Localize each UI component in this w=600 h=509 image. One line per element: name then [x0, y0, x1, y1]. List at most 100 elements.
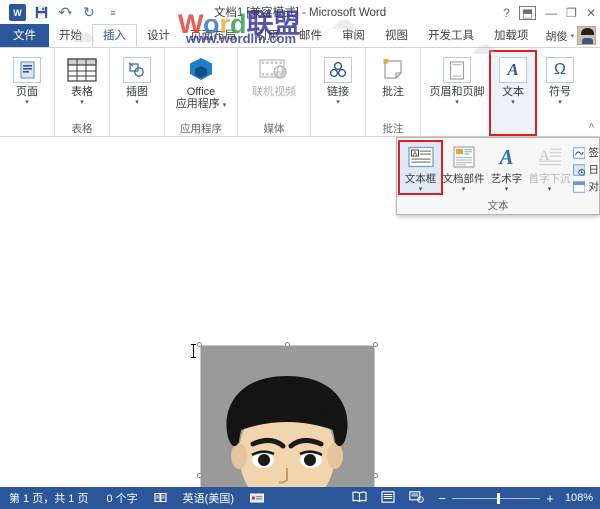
- pages-button[interactable]: 页面 ▾: [4, 51, 50, 107]
- zoom-out-button[interactable]: −: [437, 491, 447, 506]
- read-mode-view-button[interactable]: [345, 491, 374, 506]
- symbol-button[interactable]: Ω 符号 ▾: [537, 51, 583, 107]
- quick-parts-icon-svg: [452, 146, 476, 168]
- group-label-illustrations: [114, 122, 160, 137]
- web-layout-view-button[interactable]: [402, 491, 431, 506]
- account-area[interactable]: 胡俊 ▾: [545, 26, 600, 47]
- chevron-down-icon[interactable]: ▾: [80, 99, 84, 107]
- ribbon-group-media: 联机视频 媒体: [238, 48, 311, 137]
- office-apps-button[interactable]: Office 应用程序 ▾: [169, 51, 233, 110]
- inserted-image-wrapper[interactable]: SHOHOKU: [200, 345, 375, 487]
- table-button[interactable]: 表格 ▾: [59, 51, 105, 107]
- group-items: 表格 ▾: [59, 51, 105, 122]
- close-icon[interactable]: ✕: [586, 7, 596, 19]
- object-icon: [573, 181, 585, 193]
- date-time-button[interactable]: 日: [573, 162, 599, 177]
- text-box-button[interactable]: A 文本框 ▾: [399, 141, 442, 194]
- online-video-icon: [258, 55, 290, 85]
- inserted-image[interactable]: SHOHOKU: [200, 345, 375, 487]
- collapse-ribbon-icon[interactable]: ^: [589, 122, 594, 134]
- office-apps-button-label2[interactable]: 应用程序 ▾: [176, 98, 227, 110]
- title-bar: W ↶ ▾ ↻ ≡ 文档1 [兼容模式] - Microsoft W: [0, 0, 600, 25]
- header-footer-icon: [441, 55, 473, 85]
- zoom-level[interactable]: 108%: [555, 492, 593, 504]
- illustrations-button[interactable]: 插图 ▾: [114, 51, 160, 107]
- tab-home[interactable]: 开始: [49, 24, 92, 47]
- chevron-down-icon[interactable]: ▾: [455, 99, 459, 107]
- resize-handle-w[interactable]: [197, 473, 202, 478]
- tab-file[interactable]: 文件: [0, 24, 49, 47]
- ribbon-group-pages: 页面 ▾: [0, 48, 55, 137]
- group-label-comments: 批注: [370, 122, 416, 137]
- text-button[interactable]: A 文本 ▾: [490, 51, 536, 135]
- tab-design[interactable]: 设计: [137, 24, 180, 47]
- table-button-label: 表格: [71, 86, 93, 98]
- pages-button-label: 页面: [16, 86, 38, 98]
- object-button[interactable]: 对: [573, 179, 599, 194]
- comment-button[interactable]: 批注: [370, 51, 416, 98]
- symbol-button-label: 符号: [549, 86, 571, 98]
- proofing-icon[interactable]: [147, 492, 174, 505]
- chevron-down-icon[interactable]: ▾: [25, 99, 29, 107]
- group-label-pages: [4, 122, 50, 137]
- word-count[interactable]: 0 个字: [97, 490, 146, 506]
- signature-line-label: 签: [588, 145, 599, 160]
- drop-cap-button-label: 首字下沉: [529, 171, 571, 186]
- zoom-slider[interactable]: [452, 498, 540, 499]
- resize-handle-ne[interactable]: [373, 342, 378, 347]
- chevron-down-icon[interactable]: ▾: [223, 102, 227, 109]
- office-apps-icon: [185, 55, 217, 85]
- page-icon: [11, 55, 43, 85]
- page-info[interactable]: 第 1 页，共 1 页: [0, 490, 97, 506]
- text-box-icon-svg: A: [408, 146, 434, 168]
- zoom-control[interactable]: − +: [431, 491, 555, 506]
- chevron-down-icon[interactable]: ▾: [570, 32, 574, 40]
- print-layout-view-button[interactable]: [374, 491, 402, 506]
- group-items: 页眉和页脚 ▾ A 文本 ▾: [425, 51, 583, 137]
- resize-handle-e[interactable]: [373, 473, 378, 478]
- chevron-down-icon[interactable]: ▾: [336, 99, 340, 107]
- minimize-icon[interactable]: —: [545, 7, 557, 19]
- wordart-icon: A: [492, 143, 522, 171]
- text-A-icon-frame: A: [499, 57, 527, 83]
- chevron-down-icon[interactable]: ▾: [558, 99, 562, 107]
- group-items: 联机视频: [242, 51, 306, 122]
- illustration-icon-svg: [127, 61, 147, 79]
- comment-icon: [377, 55, 409, 85]
- text-A-icon: A: [497, 55, 529, 85]
- ribbon: 页面 ▾: [0, 48, 600, 137]
- comment-icon-svg: [380, 58, 406, 82]
- chevron-down-icon[interactable]: ▾: [505, 186, 509, 194]
- tab-developer[interactable]: 开发工具: [418, 24, 484, 47]
- quick-parts-button[interactable]: 文档部件 ▾: [442, 141, 485, 194]
- maximize-icon[interactable]: ❐: [566, 7, 577, 19]
- resize-handle-n[interactable]: [285, 342, 290, 347]
- tab-review[interactable]: 审阅: [332, 24, 375, 47]
- macro-record-icon[interactable]: [243, 492, 271, 505]
- header-footer-button[interactable]: 页眉和页脚 ▾: [425, 51, 489, 107]
- chevron-down-icon[interactable]: ▾: [135, 99, 139, 107]
- signature-line-button[interactable]: 签: [573, 145, 599, 160]
- language-indicator[interactable]: 英语(美国): [174, 490, 243, 506]
- links-button[interactable]: 链接 ▾: [315, 51, 361, 107]
- tab-page-layout[interactable]: 页面布局: [180, 24, 246, 47]
- chevron-down-icon[interactable]: ▾: [511, 99, 515, 107]
- tab-view[interactable]: 视图: [375, 24, 418, 47]
- chevron-down-icon[interactable]: ▾: [462, 186, 466, 194]
- tab-addins[interactable]: 加载项: [484, 24, 539, 47]
- tab-mailings[interactable]: 邮件: [289, 24, 332, 47]
- chevron-down-icon[interactable]: ▾: [419, 186, 423, 194]
- ribbon-tab-strip: 文件 开始 插入 设计 页面布局 引用 邮件 审阅 视图 开发工具 加载项 胡俊…: [0, 25, 600, 48]
- help-icon[interactable]: ?: [503, 7, 510, 19]
- zoom-slider-thumb[interactable]: [497, 493, 500, 504]
- avatar[interactable]: [577, 26, 596, 45]
- tab-references[interactable]: 引用: [246, 24, 289, 47]
- resize-handle-nw[interactable]: [197, 342, 202, 347]
- text-A-glyph: A: [507, 60, 518, 80]
- wordart-button[interactable]: A 艺术字 ▾: [485, 141, 528, 194]
- status-bar: 第 1 页，共 1 页 0 个字 英语(美国): [0, 487, 600, 509]
- ribbon-display-options-icon[interactable]: ⬒: [519, 6, 536, 20]
- tab-insert[interactable]: 插入: [92, 24, 137, 47]
- header-footer-icon-svg: [449, 61, 465, 80]
- zoom-in-button[interactable]: +: [545, 491, 555, 506]
